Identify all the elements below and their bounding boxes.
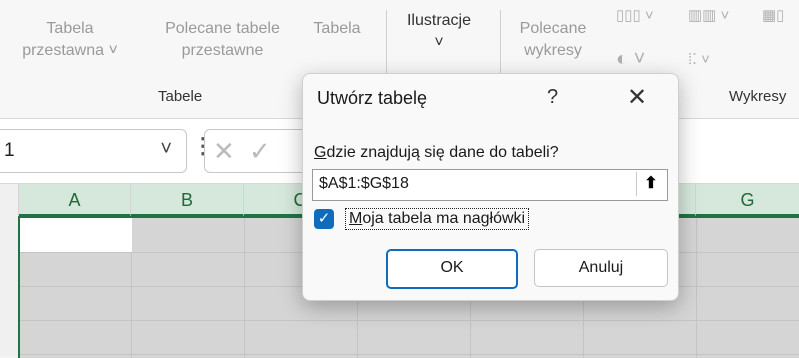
data-location-label: Gdzie znajdują się dane do tabeli? xyxy=(314,144,559,162)
scatter-chart-icon[interactable]: ⁞⁚ ˅ xyxy=(688,50,710,68)
gridline xyxy=(20,320,799,321)
data-location-text: dzie znajdują się dane do tabeli? xyxy=(326,144,559,161)
hierarchy-chart-icon[interactable]: ▦▯ xyxy=(762,6,784,24)
table-label: Tabela xyxy=(313,20,361,37)
range-input[interactable]: $A$1:$G$18 ⬆ xyxy=(312,169,668,201)
gridline xyxy=(20,354,799,355)
recommended-pivot-tables-button[interactable]: Polecane tabele przestawne xyxy=(145,18,300,62)
active-cell-a1[interactable] xyxy=(20,218,132,252)
help-button[interactable]: ? xyxy=(547,86,558,109)
accelerator-key: G xyxy=(314,144,327,161)
headers-checkbox-label[interactable]: Moja tabela ma nagłówki xyxy=(345,208,530,230)
close-button[interactable]: ✕ xyxy=(627,83,647,112)
select-all-corner[interactable] xyxy=(0,184,19,217)
name-box-value: 1 xyxy=(4,140,15,161)
illustrations-button[interactable]: Ilustracje ˅ xyxy=(396,10,482,54)
name-box[interactable]: 1 ˅ xyxy=(0,129,187,173)
recommended-pivot-label-1: Polecane tabele xyxy=(165,20,280,37)
cancel-icon[interactable]: ✕ xyxy=(213,136,235,167)
group-label-tables: Tabele xyxy=(158,88,203,105)
recommended-charts-button[interactable]: Polecane wykresy xyxy=(510,18,596,62)
gridline xyxy=(696,218,697,358)
collapse-dialog-icon[interactable]: ⬆ xyxy=(636,172,665,196)
row-headers[interactable] xyxy=(0,216,19,356)
column-header-g[interactable]: G xyxy=(696,184,799,217)
enter-icon[interactable]: ✓ xyxy=(249,136,271,167)
group-label-charts: Wykresy xyxy=(729,88,787,105)
chevron-down-icon[interactable]: ˅ xyxy=(160,138,172,161)
accelerator-key: M xyxy=(349,210,363,227)
create-table-dialog: Utwórz tabelę ? ✕ Gdzie znajdują się dan… xyxy=(302,73,679,301)
dialog-title: Utwórz tabelę xyxy=(317,88,428,108)
formula-buttons: ✕ ✓ xyxy=(204,129,316,173)
recommended-pivot-label-2: przestawne xyxy=(181,42,264,59)
gridline xyxy=(244,218,245,358)
table-button[interactable]: Tabela xyxy=(304,18,370,40)
cancel-button[interactable]: Anuluj xyxy=(534,249,668,287)
chevron-down-icon: ˅ xyxy=(434,34,444,51)
bar-chart-icon[interactable]: ▥▥ ˅ xyxy=(688,6,729,24)
column-header-a[interactable]: A xyxy=(19,184,131,217)
pivot-table-button[interactable]: Tabela przestawna ˅ xyxy=(0,18,140,62)
column-header-b[interactable]: B xyxy=(131,184,244,217)
range-value: $A$1:$G$18 xyxy=(319,175,409,192)
headers-checkbox-text: oja tabela ma nagłówki xyxy=(362,210,526,227)
pivot-table-label-2: przestawna ˅ xyxy=(22,42,118,59)
headers-checkbox[interactable]: ✓ xyxy=(314,209,334,229)
ok-button[interactable]: OK xyxy=(386,249,518,289)
recommended-charts-label-2: wykresy xyxy=(524,42,582,59)
pivot-table-label-1: Tabela xyxy=(46,20,94,37)
column-chart-icon[interactable]: ▯▯▯ ˅ xyxy=(616,6,654,24)
pie-chart-icon[interactable]: ◐ ˅ xyxy=(616,48,645,71)
recommended-charts-label-1: Polecane xyxy=(519,20,587,37)
illustrations-label: Ilustracje xyxy=(406,12,472,29)
